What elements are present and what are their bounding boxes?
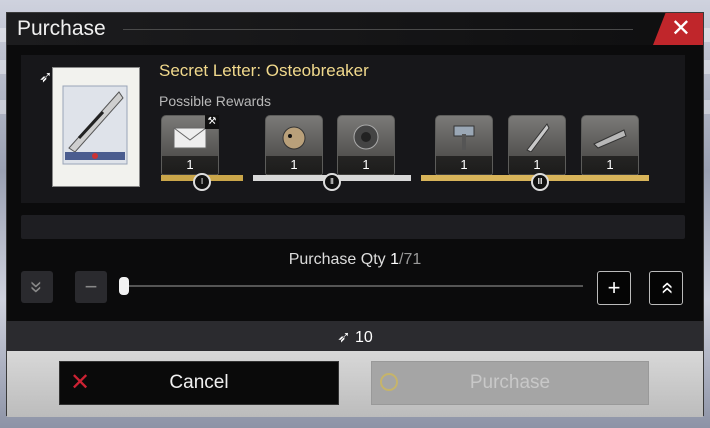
purchase-qty-max: /71 — [399, 251, 422, 268]
reward-qty: 1 — [162, 156, 218, 174]
max-qty-button[interactable]: » — [649, 271, 683, 305]
blade-icon — [593, 129, 627, 149]
minus-icon: − — [84, 274, 98, 299]
purchase-button[interactable]: Purchase — [371, 361, 649, 405]
reward-qty: 1 — [582, 156, 638, 174]
cost-value: 10 — [355, 329, 373, 346]
close-icon: ✕ — [670, 15, 691, 42]
double-chevron-down-icon: » — [25, 280, 50, 294]
qty-slider-track[interactable] — [125, 285, 583, 287]
tier-badge-2: Ⅱ — [323, 173, 341, 191]
cost-display: ➶ 10 — [7, 327, 703, 347]
plus-icon: + — [607, 275, 621, 300]
cancel-button[interactable]: ✕ Cancel — [59, 361, 339, 405]
hammer-icon — [453, 125, 475, 150]
letter-icon — [173, 127, 207, 149]
reward-qty: 1 — [509, 156, 565, 174]
item-image — [52, 67, 140, 187]
rewards-label: Possible Rewards — [159, 93, 272, 109]
item-panel: ➶ Secret Letter: Osteobreaker Possible R… — [21, 55, 685, 203]
qty-slider-knob[interactable] — [119, 277, 129, 295]
reward-slot[interactable]: 1 — [435, 115, 493, 177]
reward-qty: 1 — [266, 156, 322, 174]
reward-slot[interactable]: ⚒ 1 — [161, 115, 219, 177]
sphere-icon — [353, 124, 379, 150]
cancel-label: Cancel — [169, 372, 229, 393]
purchase-label: Purchase — [469, 372, 551, 393]
tier-badge-3: Ⅲ — [531, 173, 549, 191]
purchase-dialog: Purchase ✕ ➶ Secret Letter: Osteobreaker… — [6, 12, 704, 417]
reward-slot[interactable]: 1 — [337, 115, 395, 177]
title-divider — [123, 29, 633, 30]
dialog-title: Purchase — [17, 17, 106, 40]
decrease-qty-button[interactable]: − — [75, 271, 107, 303]
reward-qty: 1 — [436, 156, 492, 174]
reward-slot[interactable]: 1 — [508, 115, 566, 177]
reward-slot[interactable]: 1 — [581, 115, 639, 177]
tier-badge-1: Ⅰ — [193, 173, 211, 191]
mask-icon — [282, 126, 306, 150]
purchase-qty-text: Purchase Qty — [288, 251, 391, 268]
purchase-qty-current: 1 — [390, 251, 400, 268]
close-button[interactable]: ✕ — [653, 13, 703, 45]
reward-qty: 1 — [338, 156, 394, 174]
reward-slot[interactable]: 1 — [265, 115, 323, 177]
increase-qty-button[interactable]: + — [597, 271, 631, 305]
purchase-qty-label: Purchase Qty 1/71 — [7, 251, 703, 269]
currency-icon: ➶ — [337, 329, 351, 346]
cost-bar: ➶ 10 — [7, 321, 703, 351]
info-bar — [21, 215, 685, 239]
item-name: Secret Letter: Osteobreaker — [159, 61, 369, 80]
title-bar: Purchase ✕ — [7, 13, 703, 45]
spear-icon — [526, 123, 550, 152]
min-qty-button[interactable]: » — [21, 271, 53, 303]
dialog-footer: ✕ Cancel Purchase — [7, 351, 703, 417]
hammer-badge-icon: ⚒ — [205, 115, 219, 129]
double-chevron-up-icon: » — [653, 281, 678, 295]
item-card[interactable]: ➶ — [37, 67, 140, 187]
pin-icon: ➶ — [39, 69, 53, 86]
